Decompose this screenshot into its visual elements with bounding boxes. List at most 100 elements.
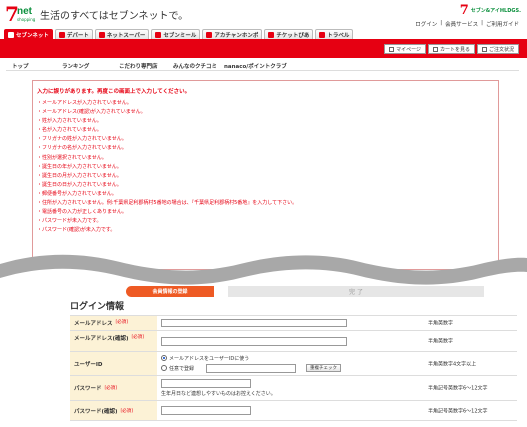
field-label: メールアドレス [必須] — [70, 316, 157, 330]
login-link[interactable]: ログイン — [415, 20, 437, 28]
divider: | — [440, 20, 443, 26]
tab-label: セブンネット — [16, 32, 49, 39]
tab-travel[interactable]: トラベル — [315, 29, 354, 39]
field-value: メールアドレスをユーザーIDに使う 任意で登録 重複チェック 半角英数字4文字以… — [157, 352, 517, 375]
ticket-pia-icon — [268, 31, 275, 38]
member-service-link[interactable]: 会員サービス — [445, 20, 478, 28]
subnav-reviews[interactable]: みんなのクチコミ — [173, 62, 224, 70]
service-tabs: セブンネット デパート ネットスーパー セブンミール アカチャンホンポ チケット… — [4, 29, 354, 39]
label-text: メールアドレス(確認) — [74, 336, 129, 342]
required-badge: [必須] — [120, 408, 134, 414]
field-hint: 半角英数字 — [428, 320, 454, 327]
tab-label: トラベル — [327, 32, 350, 39]
tab-seven-net[interactable]: セブンネット — [4, 29, 53, 39]
field-value: 生年月日など連想しやすいものはお控えください。 半角記号英数字6〜12文字 — [157, 376, 517, 400]
error-message: ・電話番号の入力が正しくありません。 — [37, 209, 127, 216]
subnav-nanaco-points[interactable]: nanaco/ポイントクラブ — [224, 62, 287, 70]
seven-net-logo[interactable]: 7 net shopping — [5, 4, 35, 30]
field-value: 半角英数字 — [157, 316, 517, 330]
tab-label: ネットスーパー — [106, 32, 146, 39]
button-label: マイページ — [396, 46, 421, 53]
logo-shopping: shopping — [17, 17, 36, 22]
email-input[interactable] — [161, 319, 347, 327]
tagline: 生活のすべてはセブンネットで。 — [40, 11, 189, 22]
email-confirm-input[interactable] — [161, 336, 347, 346]
button-label: カートを見る — [439, 46, 470, 53]
error-title: 入力に誤りがあります。再度この画面上で入力してください。 — [37, 89, 191, 95]
form-row-email: メールアドレス [必須] 半角英数字 — [70, 316, 517, 331]
radio-button-selected[interactable] — [161, 355, 167, 361]
error-message: ・メールアドレスが入力されていません。 — [37, 100, 132, 106]
brand-name: セブン&アイHLDGS. — [470, 7, 521, 14]
password-confirm-input[interactable] — [161, 406, 251, 415]
duplicate-check-button[interactable]: 重複チェック — [306, 364, 342, 372]
step-member-registration: 会員情報の登録 — [126, 286, 214, 297]
error-message: ・メールアドレス(確認)が入力されていません。 — [37, 109, 146, 116]
radio-button[interactable] — [161, 365, 167, 371]
field-hint: 半角記号英数字6〜12文字 — [428, 385, 488, 392]
form-row-user-id: ユーザーID メールアドレスをユーザーIDに使う 任意で登録 重複チェック 半角… — [70, 352, 517, 376]
radio-label: メールアドレスをユーザーIDに使う — [169, 355, 250, 362]
required-badge: [必須] — [104, 386, 118, 391]
tab-ticket-pia[interactable]: チケットぴあ — [264, 29, 314, 39]
error-message: ・誕生日の日が入力されていません。 — [37, 181, 122, 188]
required-badge: [必須] — [131, 335, 145, 340]
document-icon — [481, 46, 487, 52]
account-buttons: マイページ カートを見る ご注文状況 — [384, 44, 519, 54]
guide-link[interactable]: ご利用ガイド — [486, 20, 519, 28]
field-value: 半角英数字 — [157, 331, 517, 351]
tab-label: デパート — [66, 32, 89, 39]
field-hint: 半角英数字4文字以上 — [428, 361, 477, 367]
login-info-form: メールアドレス [必須] 半角英数字 メールアドレス(確認) [必須] 半角英数… — [70, 315, 517, 421]
label-text: パスワード(確認) — [74, 408, 118, 415]
field-label: パスワード(確認) [必須] — [70, 401, 157, 420]
subnav-top[interactable]: トップ — [6, 62, 56, 70]
department-store-icon — [58, 31, 65, 38]
travel-icon — [319, 31, 326, 38]
field-hint: 半角英数字 — [428, 338, 454, 345]
error-message: ・フリガナの名が入力されていません。 — [37, 145, 127, 152]
field-hint: 半角記号英数字6〜12文字 — [428, 408, 488, 414]
view-cart-button[interactable]: カートを見る — [427, 44, 475, 54]
field-label: メールアドレス(確認) [必須] — [70, 331, 157, 351]
tab-akachan-honpo[interactable]: アカチャンホンポ — [202, 29, 263, 39]
form-row-password-confirm: パスワード(確認) [必須] 半角記号英数字6〜12文字 — [70, 401, 517, 421]
error-message: ・性別が選択されていません。 — [37, 154, 107, 161]
error-message: ・名が入力されていません。 — [37, 127, 102, 134]
tab-seven-meal[interactable]: セブンミール — [151, 29, 201, 39]
login-info-title: ログイン情報 — [70, 302, 125, 312]
tab-net-super[interactable]: ネットスーパー — [94, 29, 150, 39]
label-text: メールアドレス — [74, 321, 113, 327]
error-message: ・パスワード(確認)が未入力です。 — [37, 227, 116, 234]
cart-icon — [432, 46, 438, 52]
mypage-button[interactable]: マイページ — [384, 44, 426, 54]
button-label: ご注文状況 — [488, 46, 514, 53]
error-message: ・郵便番号が入力されていません。 — [37, 190, 117, 197]
order-status-button[interactable]: ご注文状況 — [476, 44, 519, 54]
label-text: ユーザーID — [74, 361, 103, 368]
seven-net-icon — [8, 31, 14, 38]
password-input[interactable] — [161, 379, 251, 388]
person-icon — [389, 46, 395, 52]
label-text: パスワード — [74, 386, 102, 392]
field-label: パスワード [必須] — [70, 376, 157, 400]
net-super-icon — [98, 31, 105, 38]
tab-department[interactable]: デパート — [54, 29, 93, 39]
tab-label: セブンミール — [163, 32, 197, 39]
sub-navigation: トップ ランキング こだわり専門店 みんなのクチコミ nanaco/ポイントクラ… — [6, 61, 519, 71]
seven-meal-icon — [155, 31, 162, 38]
brand-mark: 7 — [459, 3, 469, 18]
error-message: ・パスワードが未入力です。 — [37, 218, 102, 225]
subnav-specialty-shops[interactable]: こだわり専門店 — [119, 62, 173, 70]
user-id-input[interactable] — [206, 363, 297, 373]
subnav-ranking[interactable]: ランキング — [56, 62, 119, 70]
step-complete: 完 了 — [228, 286, 484, 297]
error-message: ・誕生日の月が入力されていません。 — [37, 172, 122, 179]
field-label: ユーザーID — [70, 352, 157, 375]
field-value: 半角記号英数字6〜12文字 — [157, 401, 517, 420]
error-message: ・誕生日の年が入力されていません。 — [37, 163, 122, 170]
akachan-honpo-icon — [206, 31, 213, 38]
tab-label: アカチャンホンポ — [214, 32, 259, 39]
required-badge: [必須] — [115, 320, 129, 325]
radio-label: 任意で登録 — [169, 365, 195, 372]
